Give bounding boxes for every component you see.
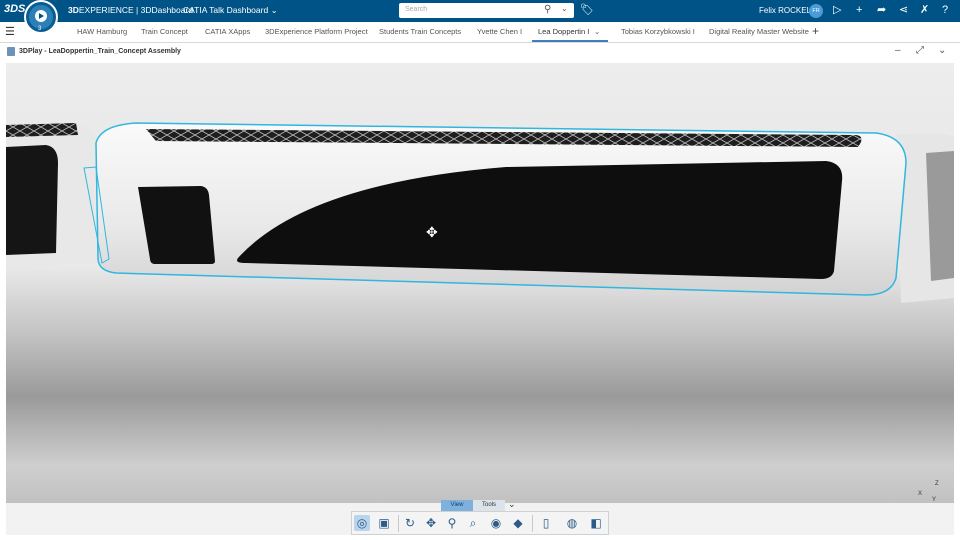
chevron-down-icon[interactable]: ⌄ [938, 45, 946, 56]
render-style-icon[interactable]: ◆ [510, 515, 526, 531]
chevron-down-icon[interactable]: ⌄ [508, 499, 516, 510]
active-tab-indicator [532, 40, 608, 42]
look-at-icon[interactable]: ◉ [488, 515, 504, 531]
widget-app-icon [7, 47, 15, 56]
share-icon[interactable]: ➦ [877, 3, 886, 17]
avatar[interactable]: FR [809, 4, 823, 18]
chevron-down-icon: ⌄ [270, 5, 278, 15]
chevron-down-icon[interactable]: ⌄ [594, 27, 600, 36]
message-icon[interactable]: ▷ [833, 3, 841, 17]
menu-icon[interactable]: ☰ [5, 25, 15, 38]
3d-viewport[interactable]: ✥ Z X Y [6, 63, 954, 535]
tab-haw-hamburg[interactable]: HAW Hamburg [77, 27, 127, 36]
user-name[interactable]: Felix ROCKEL [759, 6, 811, 15]
widget-title: 3DPlay - LeaDoppertin_Train_Concept Asse… [19, 48, 181, 55]
dashboard-tab-bar: ☰ HAW Hamburg Train Concept CATIA XApps … [0, 22, 960, 43]
widget-header: 3DPlay - LeaDoppertin_Train_Concept Asse… [0, 43, 960, 62]
separator [532, 515, 533, 532]
top-bar: 3DS 3DEXPERIENCE | 3DDashboard CATIA Tal… [0, 0, 960, 22]
zoom-icon[interactable]: ⌕ [465, 515, 481, 531]
tab-tools[interactable]: Tools [473, 500, 505, 511]
panel-icon[interactable]: ◧ [588, 515, 604, 531]
action-bar: ◎ ▣ ↻ ✥ ⚲ ⌕ ◉ ◆ ▯ ◍ ◧ [351, 511, 609, 535]
help-icon[interactable]: ? [942, 3, 948, 17]
visibility-icon[interactable]: ◍ [564, 515, 580, 531]
compass-label-icon: 3 [38, 26, 42, 32]
minimize-icon[interactable]: – [895, 45, 901, 56]
fit-all-icon[interactable]: ◎ [354, 515, 370, 531]
move-cursor-icon: ✥ [426, 224, 438, 240]
tab-digital-reality-master-website[interactable]: Digital Reality Master Website [709, 27, 809, 36]
axis-z-label: Z [935, 481, 939, 487]
tab-view[interactable]: View [441, 500, 473, 511]
search-placeholder: Search [405, 6, 428, 13]
search-icon[interactable]: ⚲ [544, 4, 551, 15]
tab-lea-doppertin[interactable]: Lea Doppertin I [538, 27, 589, 36]
tab-catia-xapps[interactable]: CATIA XApps [205, 27, 250, 36]
tab-train-concept[interactable]: Train Concept [141, 27, 188, 36]
rotate-icon[interactable]: ↻ [402, 515, 418, 531]
tab-yvette-chen[interactable]: Yvette Chen I [477, 27, 522, 36]
tag-icon[interactable]: 🏷 [580, 3, 594, 16]
tools-icon[interactable]: ✗ [920, 3, 929, 17]
maximize-icon[interactable]: ⤢ [916, 45, 924, 56]
separator [398, 515, 399, 532]
axis-triad[interactable]: Z X Y [918, 481, 940, 505]
axis-y-label: Y [932, 497, 937, 503]
action-bar-tabs: View Tools ⌄ [441, 499, 521, 511]
dashboard-selector[interactable]: CATIA Talk Dashboard ⌄ [183, 5, 278, 16]
add-tab-icon[interactable]: + [812, 24, 819, 38]
network-icon[interactable]: ⋖ [899, 3, 908, 17]
section-icon[interactable]: ▯ [538, 515, 554, 531]
dassault-logo-icon[interactable]: 3DS [4, 3, 25, 15]
pan-icon[interactable]: ✥ [423, 515, 439, 531]
axis-x-label: X [918, 491, 923, 497]
search-field[interactable]: Search ⚲ ⌄ [399, 3, 574, 18]
camera-views-icon[interactable]: ▣ [376, 515, 392, 531]
chevron-down-icon[interactable]: ⌄ [561, 4, 568, 13]
tab-tobias-korzybkowski[interactable]: Tobias Korzybkowski I [621, 27, 695, 36]
app-title: 3DEXPERIENCE | 3DDashboard [68, 5, 194, 15]
tab-3dexperience-platform-project[interactable]: 3DExperience Platform Project [265, 27, 368, 36]
play-icon [35, 10, 47, 22]
zoom-area-icon[interactable]: ⚲ [444, 515, 460, 531]
tab-students-train-concepts[interactable]: Students Train Concepts [379, 27, 461, 36]
train-model-render[interactable] [6, 63, 954, 535]
add-icon[interactable]: + [856, 3, 862, 17]
compass-icon[interactable]: 3 [24, 0, 58, 34]
